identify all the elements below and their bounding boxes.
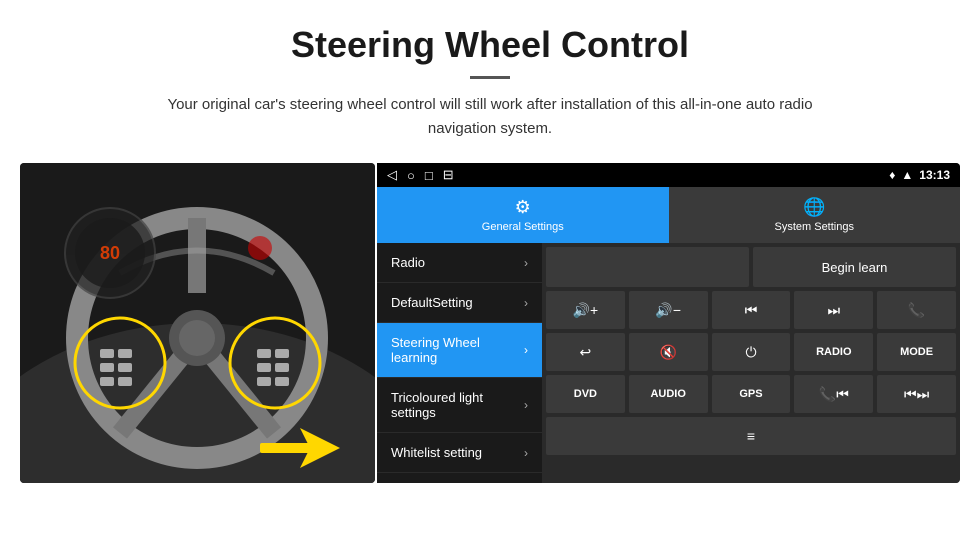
gps-button[interactable]: GPS (712, 375, 791, 413)
menu-item-tricolour[interactable]: Tricoloured light settings › (377, 378, 542, 433)
nav-extra-icon[interactable]: ⊟ (443, 167, 454, 183)
vol-up-button[interactable]: 🔊+ (546, 291, 625, 329)
empty-slot (546, 247, 749, 287)
menu-item-whitelist[interactable]: Whitelist setting › (377, 433, 542, 473)
begin-learn-button[interactable]: Begin learn (753, 247, 956, 287)
svg-text:80: 80 (100, 243, 120, 263)
right-buttons: Begin learn 🔊+ 🔊− ⏮ ⏭ 📞 ↩ 🔇 (542, 243, 960, 483)
tab-general[interactable]: ⚙ General Settings (377, 187, 669, 243)
menu-item-default[interactable]: DefaultSetting › (377, 283, 542, 323)
gps-icon: ♦ (889, 168, 895, 182)
list-icon-button[interactable]: ≡ (546, 417, 956, 455)
tab-general-label: General Settings (482, 221, 564, 233)
radio-button[interactable]: RADIO (794, 333, 873, 371)
signal-icon: ▲ (901, 168, 913, 182)
back-button[interactable]: ↩ (546, 333, 625, 371)
page-subtitle: Your original car's steering wheel contr… (140, 93, 840, 141)
dvd-button[interactable]: DVD (546, 375, 625, 413)
tab-system-label: System Settings (775, 221, 854, 233)
mode-button[interactable]: MODE (877, 333, 956, 371)
vol-down-button[interactable]: 🔊− (629, 291, 708, 329)
nav-home-icon[interactable]: ○ (407, 168, 415, 183)
nav-recent-icon[interactable]: □ (425, 168, 433, 183)
next-track-button[interactable]: ⏭ (794, 291, 873, 329)
phone-prev-button[interactable]: 📞⏮ (794, 375, 873, 413)
left-menu: Radio › DefaultSetting › Steering Wheel … (377, 243, 542, 483)
tab-system[interactable]: 🌐 System Settings (669, 187, 961, 243)
phone-button[interactable]: 📞 (877, 291, 956, 329)
prev-track-button[interactable]: ⏮ (712, 291, 791, 329)
prev-next-button[interactable]: ⏮⏭ (877, 375, 956, 413)
page-header: Steering Wheel Control Your original car… (0, 0, 980, 153)
clock: 13:13 (919, 168, 950, 182)
car-image: 80 (20, 163, 375, 483)
general-settings-icon: ⚙ (515, 197, 531, 218)
audio-button[interactable]: AUDIO (629, 375, 708, 413)
menu-item-steering[interactable]: Steering Wheel learning › (377, 323, 542, 378)
android-panel: ◁ ○ □ ⊟ ♦ ▲ 13:13 ⚙ General Settings 🌐 S… (377, 163, 960, 483)
mute-button[interactable]: 🔇 (629, 333, 708, 371)
status-bar: ◁ ○ □ ⊟ ♦ ▲ 13:13 (377, 163, 960, 187)
title-divider (470, 76, 510, 79)
page-title: Steering Wheel Control (40, 24, 940, 66)
nav-back-icon[interactable]: ◁ (387, 167, 397, 183)
menu-item-radio[interactable]: Radio › (377, 243, 542, 283)
system-settings-icon: 🌐 (803, 197, 825, 218)
power-button[interactable]: ⏻ (712, 333, 791, 371)
tab-bar: ⚙ General Settings 🌐 System Settings (377, 187, 960, 243)
